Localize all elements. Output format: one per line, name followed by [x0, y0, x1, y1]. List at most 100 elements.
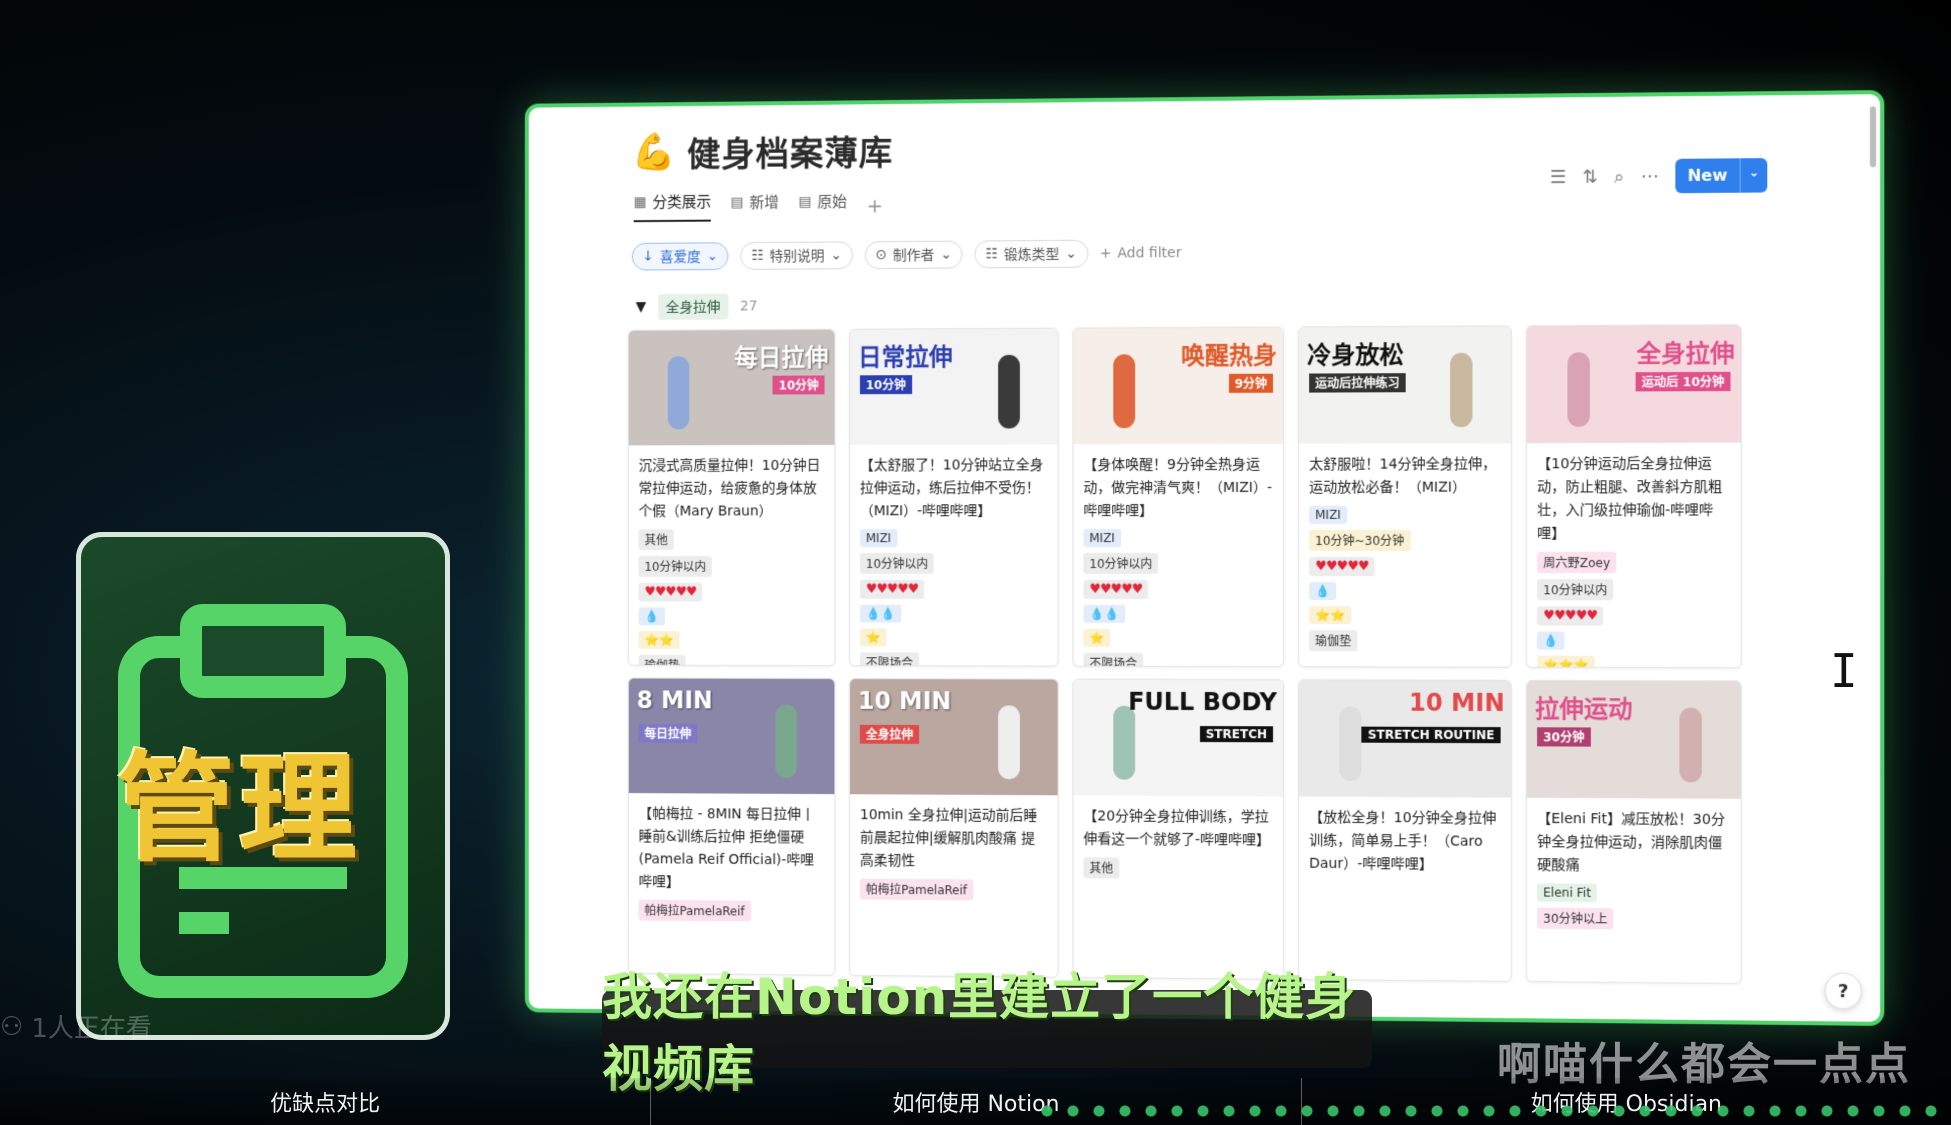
- intensity-drops: 💧: [638, 607, 665, 626]
- card-thumbnail[interactable]: 每日拉伸 10分钟: [628, 329, 835, 446]
- gallery-card[interactable]: 10 MIN 全身拉伸 10min 全身拉伸|运动前后睡前晨起拉伸|缓解肌肉酸痛 提…: [849, 678, 1059, 978]
- chevron-down-icon: ⌄: [830, 247, 842, 264]
- rating-hearts: ♥♥♥♥♥: [638, 582, 703, 602]
- card-thumbnail[interactable]: 拉伸运动 30分钟: [1526, 680, 1741, 799]
- creator-tag: 帕梅拉PamelaReif: [638, 900, 751, 922]
- person-figure: [667, 356, 690, 430]
- new-button[interactable]: New ⌄: [1675, 158, 1768, 194]
- card-thumbnail[interactable]: 10 MIN 全身拉伸: [850, 679, 1058, 796]
- plus-icon: +: [1099, 245, 1112, 262]
- card-properties: 其他: [1073, 857, 1283, 879]
- person-figure: [1679, 707, 1702, 783]
- select-icon: ⊙: [875, 247, 888, 264]
- subtitle-bar: 我还在Notion里建立了一个健身视频库: [602, 968, 1372, 1098]
- add-filter-button[interactable]: + Add filter: [1100, 245, 1182, 262]
- thumbnail-title: 冷身放松: [1307, 341, 1404, 370]
- filter-icon[interactable]: ☰: [1550, 166, 1566, 187]
- thumbnail-title: 拉伸运动: [1535, 695, 1633, 724]
- creator-tag: 其他: [638, 529, 674, 551]
- sort-icon[interactable]: ⇅: [1582, 166, 1597, 187]
- sort-chip[interactable]: ↓ 喜爱度 ⌄: [631, 242, 729, 271]
- equipment-tag: 不限场合: [1083, 653, 1144, 668]
- more-icon[interactable]: ⋯: [1641, 166, 1659, 187]
- gallery-card[interactable]: 拉伸运动 30分钟 【Eleni Fit】减压放松！30分钟全身拉伸运动，消除肌肉僵…: [1525, 679, 1742, 985]
- card-thumbnail[interactable]: 唤醒热身 9分钟: [1073, 327, 1284, 445]
- thumbnail-subtitle: 10分钟: [859, 375, 912, 395]
- filter-chip-notes[interactable]: ☷ 特别说明 ⌄: [740, 241, 853, 270]
- search-icon[interactable]: ⌕: [1614, 166, 1624, 187]
- new-button-label[interactable]: New: [1675, 158, 1739, 193]
- difficulty-stars: ⭐⭐: [638, 631, 680, 650]
- tab-original[interactable]: ▤ 原始: [799, 191, 847, 220]
- thumbnail-subtitle: 全身拉伸: [859, 724, 920, 744]
- database-toolbar: ☰ ⇅ ⌕ ⋯ New ⌄: [1550, 158, 1768, 194]
- card-thumbnail[interactable]: 全身拉伸 运动后 10分钟: [1526, 325, 1741, 444]
- add-view-button[interactable]: +: [867, 193, 884, 217]
- card-thumbnail[interactable]: 10 MIN STRETCH ROUTINE: [1299, 680, 1511, 798]
- chevron-down-icon[interactable]: ⌄: [1739, 158, 1768, 193]
- table-icon: ▤: [798, 193, 812, 210]
- gallery-card[interactable]: 每日拉伸 10分钟 沉浸式高质量拉伸！10分钟日常拉伸运动，给疲惫的身体放个假（Ma…: [627, 328, 836, 667]
- creator-tag: 帕梅拉PamelaReif: [859, 878, 973, 901]
- equipment-tags: 不限场合: [1083, 653, 1144, 668]
- help-button[interactable]: ?: [1824, 972, 1862, 1010]
- chevron-down-icon: ⌄: [940, 246, 952, 263]
- person-figure: [1450, 352, 1473, 428]
- rating-hearts: ♥♥♥♥♥: [1309, 557, 1375, 577]
- thumbnail-subtitle: 运动后拉伸练习: [1309, 373, 1406, 393]
- card-title: 【20分钟全身拉伸训练，学拉伸看这一个就够了-哔哩哔哩】: [1083, 808, 1271, 849]
- progress-indicator[interactable]: [1034, 1104, 1951, 1118]
- view-tabs: ▦ 分类展示 ▤ 新增 ▤ 原始 +: [633, 190, 884, 223]
- clipboard-logo: 管理: [76, 532, 450, 1040]
- page-title-text[interactable]: 健身档案薄库: [687, 126, 893, 176]
- arrow-down-icon: ↓: [642, 248, 654, 265]
- gallery-card[interactable]: 全身拉伸 运动后 10分钟【10分钟运动后全身拉伸运动，防止粗腿、改善斜方肌粗壮，…: [1525, 324, 1742, 669]
- difficulty-stars: ⭐: [1083, 629, 1111, 648]
- list-icon: ☷: [985, 246, 998, 263]
- gallery-card[interactable]: 10 MIN STRETCH ROUTINE 【放松全身！10分钟全身拉伸训练，简单…: [1298, 679, 1512, 982]
- card-title: 【太舒服了！10分钟站立全身拉伸运动，练后拉伸不受伤！（MIZI）-哔哩哔哩】: [859, 457, 1044, 520]
- difficulty-stars: ⭐⭐: [1309, 606, 1352, 625]
- tab-gallery[interactable]: ▦ 分类展示: [633, 190, 712, 223]
- card-title: 【帕梅拉 - 8MIN 每日拉伸丨睡前&训练后拉伸 拒绝僵硬 (Pamela R…: [638, 805, 815, 891]
- card-thumbnail[interactable]: 日常拉伸 10分钟: [850, 328, 1058, 445]
- scrollbar[interactable]: [1869, 106, 1877, 168]
- thumbnail-title: 日常拉伸: [857, 343, 953, 372]
- card-properties: MIZI 10分钟以内 ♥♥♥♥♥ 💧💧 ⭐ 不限场合: [1073, 529, 1283, 668]
- filter-row: ↓ 喜爱度 ⌄ ☷ 特别说明 ⌄ ⊙ 制作者 ⌄ ☷ 锻炼类型 ⌄ + Add …: [631, 239, 1182, 271]
- card-title: 【10分钟运动后全身拉伸运动，防止粗腿、改善斜方肌粗壮，入门级拉伸瑜伽-哔哩哔哩…: [1537, 455, 1723, 543]
- muscle-icon: 💪: [631, 131, 676, 173]
- card-properties: Eleni Fit 30分钟以上: [1527, 883, 1741, 931]
- person-figure: [775, 704, 798, 779]
- thumbnail-subtitle: 10分钟: [772, 375, 825, 395]
- thumbnail-title: 全身拉伸: [1636, 339, 1735, 369]
- chapter-pros-cons[interactable]: 优缺点对比: [0, 1078, 650, 1125]
- thumbnail-title: FULL BODY: [1128, 687, 1278, 717]
- group-header[interactable]: ▼ 全身拉伸 27: [636, 293, 757, 320]
- gallery-card[interactable]: 8 MIN 每日拉伸【帕梅拉 - 8MIN 每日拉伸丨睡前&训练后拉伸 拒绝僵硬 …: [627, 677, 836, 976]
- tab-new[interactable]: ▤ 新增: [731, 191, 779, 220]
- card-title: 【身体唤醒！9分钟全热身运动，做完神清气爽！（MIZI）-哔哩哔哩】: [1083, 456, 1273, 520]
- filter-chip-creator[interactable]: ⊙ 制作者 ⌄: [864, 240, 963, 270]
- gallery-card[interactable]: FULL BODY STRETCH 【20分钟全身拉伸训练，学拉伸看这一个就够了-哔…: [1072, 678, 1285, 980]
- creator-tag: 周六野Zoey: [1537, 552, 1617, 574]
- duration-tag: 10分钟以内: [859, 553, 935, 575]
- filter-chip-type[interactable]: ☷ 锻炼类型 ⌄: [974, 239, 1088, 269]
- gallery-card[interactable]: 日常拉伸 10分钟【太舒服了！10分钟站立全身拉伸运动，练后拉伸不受伤！（MIZI…: [849, 327, 1059, 667]
- list-icon: ☷: [751, 247, 764, 264]
- card-thumbnail[interactable]: 8 MIN 每日拉伸: [628, 678, 835, 795]
- viewer-count-label: 1人正在看: [31, 1014, 152, 1044]
- viewer-count: ⚇ 1人正在看: [0, 1008, 152, 1045]
- creator-tag: Eleni Fit: [1537, 883, 1598, 903]
- tab-label: 原始: [817, 192, 847, 211]
- gallery-card[interactable]: 冷身放松 运动后拉伸练习 太舒服啦！14分钟全身拉伸，运动放松必备！（MIZI） MI…: [1298, 325, 1512, 668]
- gallery-card[interactable]: 唤醒热身 9分钟【身体唤醒！9分钟全热身运动，做完神清气爽！（MIZI）-哔哩哔哩…: [1072, 326, 1285, 668]
- card-thumbnail[interactable]: FULL BODY STRETCH: [1073, 679, 1284, 797]
- card-thumbnail[interactable]: 冷身放松运动后拉伸练习: [1299, 326, 1511, 444]
- toggle-arrow-icon[interactable]: ▼: [636, 299, 647, 315]
- gallery-icon: ▦: [633, 193, 647, 210]
- tab-label: 分类展示: [652, 192, 712, 212]
- page-title: 💪 健身档案薄库: [632, 126, 893, 177]
- card-properties: 帕梅拉PamelaReif: [850, 878, 1058, 901]
- rating-hearts: ♥♥♥♥♥: [1083, 580, 1149, 600]
